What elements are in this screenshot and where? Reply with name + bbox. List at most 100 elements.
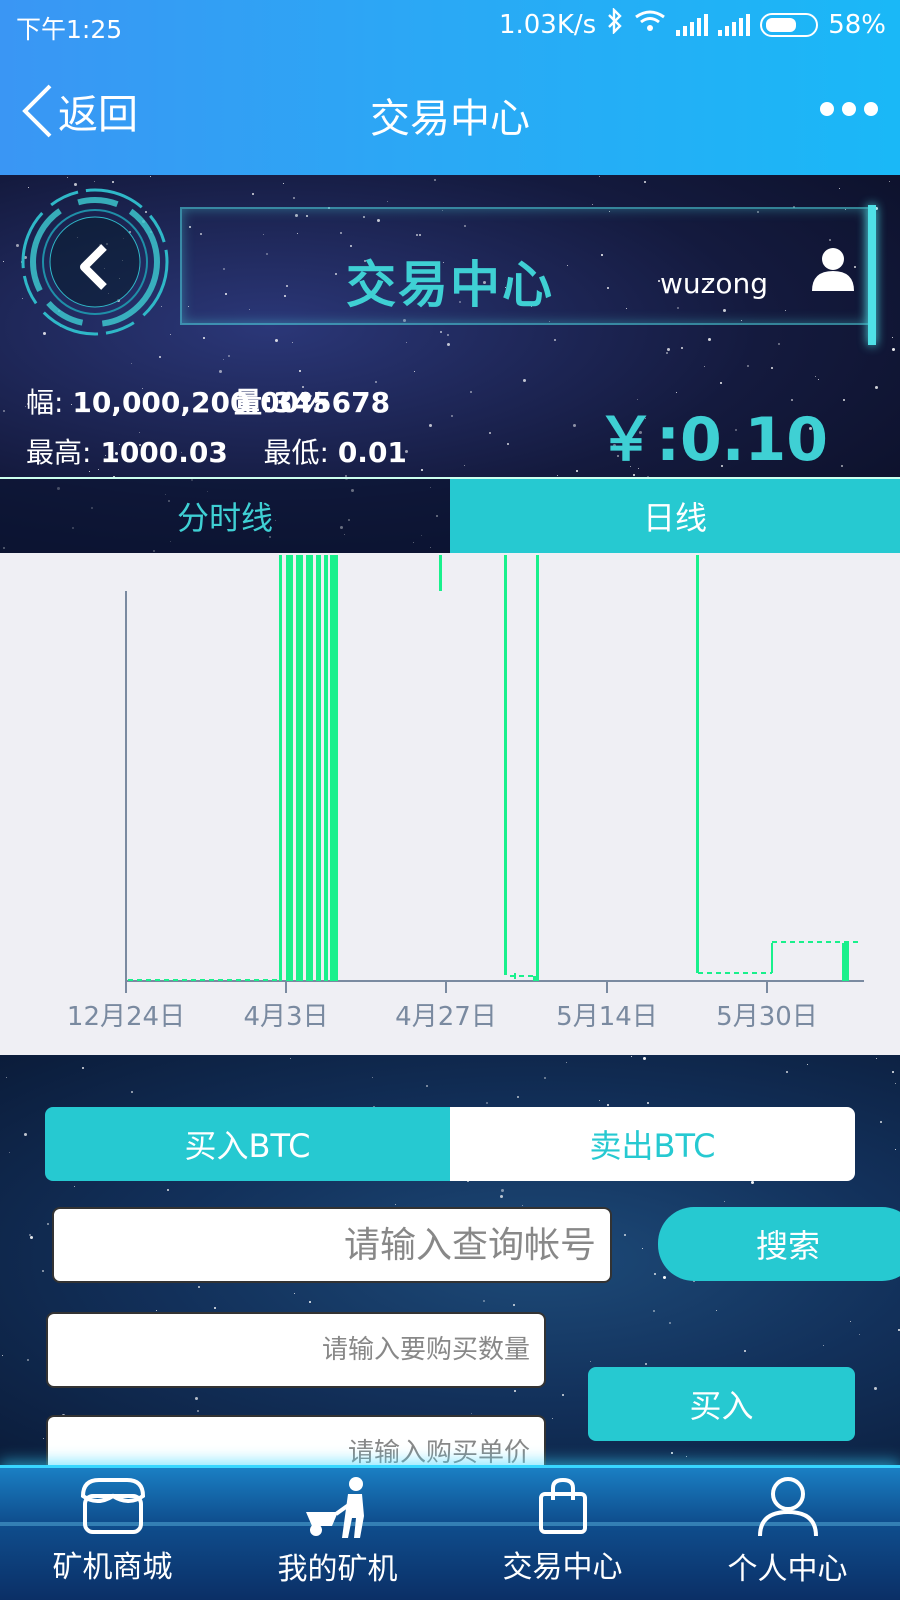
star (573, 423, 577, 427)
trade-panel: 买入BTC 卖出BTC 搜索 买入 (0, 1055, 900, 1465)
star (704, 365, 706, 367)
star (274, 339, 278, 343)
star (838, 187, 840, 189)
star (566, 1062, 568, 1064)
star (562, 1394, 565, 1397)
page-title: 交易中心 (370, 96, 530, 142)
star (42, 1437, 44, 1439)
star (785, 1071, 788, 1074)
star (309, 1300, 312, 1303)
star (203, 336, 206, 339)
account-search-input[interactable] (52, 1207, 612, 1283)
star (507, 443, 510, 446)
star (30, 1235, 34, 1239)
star (428, 424, 432, 428)
high-label: 最高: (26, 436, 92, 469)
star (414, 371, 416, 373)
star (293, 196, 296, 199)
search-button[interactable]: 搜索 (658, 1207, 900, 1281)
tab-daily-line[interactable]: 日线 (450, 479, 900, 553)
nav-trade-center[interactable]: 交易中心 (450, 1476, 675, 1596)
star (552, 1417, 554, 1419)
nav-label: 个人中心 (727, 1552, 848, 1587)
star (66, 176, 68, 178)
star (667, 348, 671, 352)
star (131, 1091, 134, 1094)
nav-label: 矿机商城 (52, 1550, 173, 1585)
buy-button[interactable]: 买入 (588, 1367, 855, 1441)
more-dot-icon (842, 102, 856, 116)
star (394, 1203, 396, 1205)
nav-my-miners[interactable]: 我的矿机 (225, 1476, 450, 1596)
star (875, 385, 879, 389)
star (447, 343, 451, 347)
candle-bar (324, 555, 328, 981)
star (81, 1066, 84, 1069)
candle-bar (330, 555, 338, 981)
star (197, 1409, 200, 1412)
star (589, 1360, 591, 1362)
user-icon[interactable] (812, 247, 854, 295)
star (446, 334, 449, 337)
tab-buy-btc[interactable]: 买入BTC (45, 1107, 450, 1181)
star (251, 192, 254, 195)
more-button[interactable] (820, 102, 878, 116)
star (747, 365, 750, 368)
volume-value: 量:345678 (234, 386, 391, 419)
tab-minute-line[interactable]: 分时线 (0, 479, 450, 553)
star (806, 1064, 808, 1066)
star (645, 1363, 648, 1366)
star (5, 1077, 7, 1079)
star (642, 1057, 646, 1061)
star (671, 1451, 674, 1454)
candle-bar (533, 976, 539, 981)
trade-tabs: 买入BTC 卖出BTC (45, 1107, 855, 1181)
star (517, 1095, 520, 1098)
bottom-nav: 矿机商城 我的矿机 交易中心 个人中心 (0, 1465, 900, 1600)
candle-bar (842, 943, 849, 981)
username: wuzong (660, 267, 768, 300)
star (599, 1099, 601, 1101)
star (292, 341, 294, 343)
star (46, 1222, 49, 1225)
star (29, 1233, 32, 1236)
star (654, 1272, 657, 1275)
star (218, 369, 222, 373)
star (553, 338, 556, 341)
candle-bar (696, 555, 699, 973)
star (876, 1058, 878, 1060)
range-label: 幅: (26, 386, 64, 419)
star (131, 362, 133, 364)
star (662, 1275, 666, 1279)
star (892, 1070, 895, 1073)
tab-sell-btc[interactable]: 卖出BTC (450, 1107, 855, 1181)
nav-personal-center[interactable]: 个人中心 (675, 1476, 900, 1596)
buy-quantity-input[interactable] (46, 1312, 546, 1388)
candle-bar (306, 555, 313, 981)
status-right: 1.03K/s 58% (499, 7, 886, 41)
x-tick-label: 4月3日 (243, 1002, 328, 1032)
signal-icon (676, 13, 709, 36)
stat-high-low: 最高: 1000.03 最低: 0.01 (26, 431, 407, 471)
star (489, 432, 492, 435)
star (850, 1320, 851, 1322)
star (294, 1292, 296, 1294)
star (159, 355, 161, 358)
star (523, 379, 527, 383)
star (500, 1194, 504, 1198)
star (652, 1310, 655, 1313)
star (469, 391, 472, 394)
star (111, 180, 114, 183)
star (24, 1132, 28, 1136)
star (777, 342, 780, 345)
nav-miner-store[interactable]: 矿机商城 (0, 1476, 225, 1596)
star (770, 366, 773, 369)
star (889, 180, 891, 182)
status-time: 下午1:25 (16, 15, 123, 44)
star (750, 1181, 754, 1185)
battery-icon (760, 12, 819, 37)
status-bar: 下午1:25 1.03K/s 58% (0, 0, 900, 50)
star (892, 337, 894, 339)
star (150, 176, 152, 178)
buy-price-input[interactable] (46, 1415, 546, 1465)
